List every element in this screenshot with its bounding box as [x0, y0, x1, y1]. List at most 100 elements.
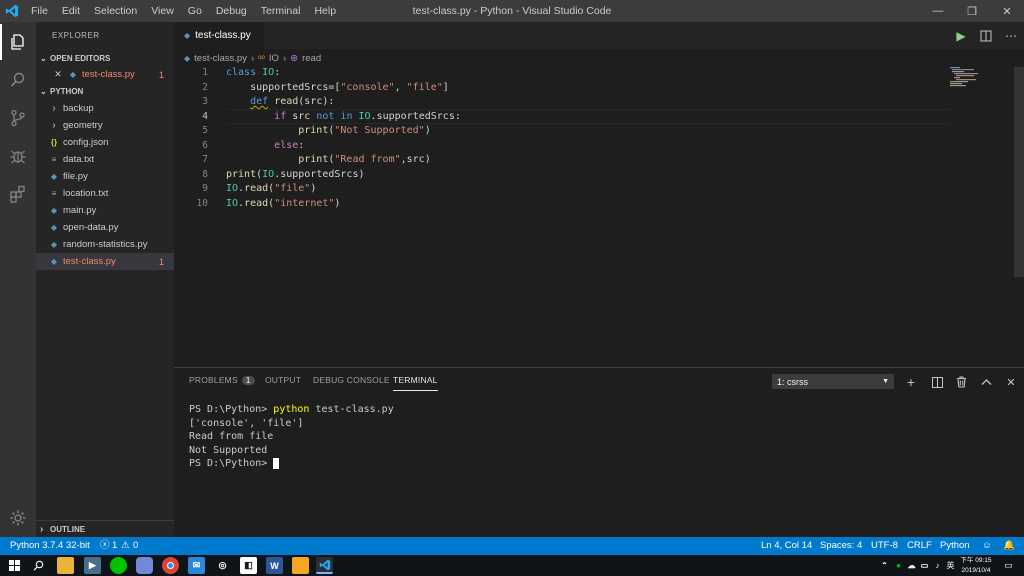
python-file-icon: ◆ — [50, 206, 58, 215]
explorer-icon[interactable] — [0, 24, 36, 60]
trash-icon[interactable] — [952, 373, 970, 391]
tab-label: test-class.py — [195, 30, 251, 41]
menu-selection[interactable]: Selection — [87, 0, 144, 22]
editor-scrollbar[interactable] — [1014, 67, 1024, 277]
tree-item-backup[interactable]: › backup — [36, 100, 174, 117]
tree-item-geometry[interactable]: › geometry — [36, 117, 174, 134]
tree-item-config-json[interactable]: {} config.json — [36, 134, 174, 151]
action-center-icon[interactable]: ▭ — [1000, 557, 1017, 574]
volume-icon[interactable]: ♪ — [932, 557, 943, 574]
line-number: 7 — [202, 154, 208, 165]
terminal-select-value: 1: csrss — [777, 376, 809, 387]
menu-view[interactable]: View — [144, 0, 181, 22]
terminal-output[interactable]: PS D:\Python> python test-class.py ['con… — [189, 403, 394, 471]
tree-item-data-txt[interactable]: ≡ data.txt — [36, 151, 174, 168]
code-line: class IO: — [226, 67, 281, 78]
obs-icon[interactable]: ◎ — [214, 557, 231, 574]
title-bar: File Edit Selection View Go Debug Termin… — [0, 0, 1024, 22]
word-icon[interactable]: W — [266, 557, 283, 574]
encoding-status[interactable]: UTF-8 — [871, 537, 898, 555]
feedback-smiley-icon[interactable]: ☺ — [982, 537, 992, 555]
close-window-button[interactable]: ✕ — [990, 0, 1024, 22]
tree-item-label: test-class.py — [63, 256, 116, 267]
minimap[interactable] — [950, 67, 1010, 87]
language-mode-status[interactable]: Python — [940, 537, 970, 555]
open-editor-item[interactable]: ✕ ◆ test-class.py 1 — [36, 66, 174, 83]
tab-problems[interactable]: PROBLEMS 1 — [189, 375, 255, 385]
maximize-panel-icon[interactable] — [977, 373, 995, 391]
chrome-icon[interactable] — [162, 557, 179, 574]
taskbar-search-icon[interactable] — [30, 557, 47, 574]
search-icon[interactable] — [0, 62, 36, 98]
code-editor[interactable]: 1 2 3 4 5 6 7 8 9 10 class IO: supported… — [174, 67, 1024, 365]
code-line: IO.read("internet") — [226, 197, 341, 209]
menu-help[interactable]: Help — [307, 0, 343, 22]
python-interpreter-status[interactable]: Python 3.7.4 32-bit — [10, 537, 90, 555]
file-explorer-icon[interactable] — [57, 557, 74, 574]
tray-expand-icon[interactable]: ⌃ — [879, 557, 890, 574]
terminal-select[interactable]: 1: csrss ▼ — [772, 374, 894, 389]
discord-icon[interactable] — [136, 557, 153, 574]
eol-status[interactable]: CRLF — [907, 537, 932, 555]
tree-item-random-statistics-py[interactable]: ◆ random-statistics.py — [36, 236, 174, 253]
media-player-icon[interactable]: ▶ — [84, 557, 101, 574]
ime-indicator[interactable]: 英 — [945, 557, 956, 574]
clock-time: 下午 09:15 — [960, 557, 992, 564]
code-line: else: — [274, 139, 305, 151]
text-file-icon: ≡ — [51, 155, 57, 164]
breadcrumb-separator-icon: › — [282, 52, 287, 64]
breadcrumb-separator-icon: › — [250, 52, 255, 64]
terminal-line: Read from file — [189, 431, 274, 442]
python-folder-header[interactable]: ⌄ PYTHON — [36, 83, 174, 100]
menu-debug[interactable]: Debug — [209, 0, 254, 22]
breadcrumb-file[interactable]: test-class.py — [194, 53, 247, 64]
menu-go[interactable]: Go — [181, 0, 209, 22]
new-terminal-icon[interactable]: + — [902, 373, 920, 391]
split-terminal-icon[interactable] — [928, 373, 946, 391]
source-control-icon[interactable] — [0, 100, 36, 136]
minimize-button[interactable]: — — [921, 0, 955, 22]
chevron-right-icon: › — [52, 120, 56, 131]
notes-app-icon[interactable] — [292, 557, 309, 574]
tab-terminal[interactable]: TERMINAL — [393, 375, 438, 391]
vscode-taskbar-icon[interactable] — [316, 557, 333, 574]
menu-file[interactable]: File — [24, 0, 55, 22]
close-icon[interactable]: ✕ — [52, 69, 64, 80]
settings-gear-icon[interactable] — [0, 500, 36, 536]
more-actions-icon[interactable]: ⋯ — [1000, 22, 1022, 49]
restore-button[interactable]: ❐ — [955, 0, 989, 22]
editor-tab-test-class[interactable]: ◆ test-class.py — [174, 22, 264, 49]
line-app-icon[interactable] — [110, 557, 127, 574]
run-icon[interactable]: ▶ — [950, 22, 972, 49]
close-panel-icon[interactable]: ✕ — [1002, 373, 1020, 391]
windows-start-icon[interactable] — [6, 557, 23, 574]
tab-problems-label: PROBLEMS — [189, 375, 238, 385]
extensions-icon[interactable] — [0, 176, 36, 212]
taskbar-clock[interactable]: 下午 09:15 2019/10/4 — [958, 556, 994, 575]
tab-debug-console[interactable]: DEBUG CONSOLE — [313, 375, 390, 385]
menu-terminal[interactable]: Terminal — [254, 0, 308, 22]
tray-line-icon[interactable]: ● — [893, 557, 904, 574]
menu-edit[interactable]: Edit — [55, 0, 87, 22]
mail-app-icon[interactable]: ✉ — [188, 557, 205, 574]
split-editor-icon[interactable] — [975, 22, 997, 49]
cursor-position-status[interactable]: Ln 4, Col 14 — [761, 537, 812, 555]
open-editors-header[interactable]: ⌄ OPEN EDITORS — [36, 50, 174, 67]
warning-count[interactable]: 0 — [133, 537, 138, 555]
outline-section-header[interactable]: › OUTLINE — [36, 520, 174, 537]
breadcrumb-method[interactable]: read — [302, 53, 321, 64]
indentation-status[interactable]: Spaces: 4 — [820, 537, 862, 555]
error-count[interactable]: 1 — [112, 537, 117, 555]
app-icon[interactable]: ◧ — [240, 557, 257, 574]
tree-item-test-class-py[interactable]: ◆ test-class.py 1 — [36, 253, 174, 270]
tree-item-location-txt[interactable]: ≡ location.txt — [36, 185, 174, 202]
breadcrumb-class[interactable]: IO — [269, 53, 279, 64]
debug-icon[interactable] — [0, 138, 36, 174]
notifications-bell-icon[interactable]: 🔔 — [1003, 537, 1015, 555]
tree-item-file-py[interactable]: ◆ file.py — [36, 168, 174, 185]
network-icon[interactable]: ▭ — [919, 557, 930, 574]
tree-item-main-py[interactable]: ◆ main.py — [36, 202, 174, 219]
tree-item-open-data-py[interactable]: ◆ open-data.py — [36, 219, 174, 236]
tab-output[interactable]: OUTPUT — [265, 375, 301, 385]
tray-cloud-icon[interactable]: ☁ — [906, 557, 917, 574]
